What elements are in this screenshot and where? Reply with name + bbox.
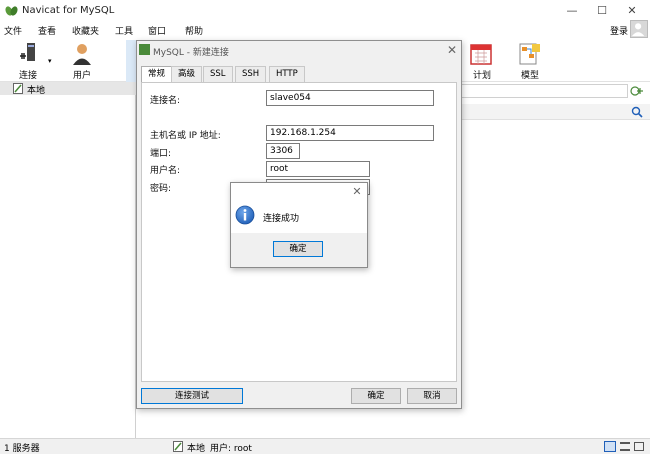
search-icon[interactable] bbox=[631, 106, 643, 118]
mysql-connection-icon bbox=[139, 44, 150, 55]
menu-window[interactable]: 窗口 bbox=[148, 24, 166, 37]
close-window-button[interactable]: ✕ bbox=[620, 2, 644, 20]
user-icon bbox=[73, 44, 91, 65]
menu-help[interactable]: 帮助 bbox=[185, 24, 203, 37]
app-title: Navicat for MySQL bbox=[22, 5, 115, 16]
menu-view[interactable]: 查看 bbox=[38, 24, 56, 37]
add-connection-icon[interactable] bbox=[630, 85, 644, 97]
minimize-button[interactable]: — bbox=[560, 2, 584, 20]
navicat-logo-icon bbox=[5, 6, 18, 16]
conn-name-input[interactable]: slave054 bbox=[266, 90, 434, 106]
calendar-icon bbox=[470, 44, 492, 65]
connection-success-dialog: ✕ 连接成功 确定 bbox=[230, 182, 368, 268]
tree-item-label: 本地 bbox=[27, 86, 46, 96]
info-icon bbox=[235, 205, 255, 225]
model-label: 模型 bbox=[520, 71, 539, 81]
grid-view-icon[interactable] bbox=[604, 441, 616, 452]
server-icon bbox=[173, 441, 183, 452]
tab-advanced[interactable]: 高级 bbox=[171, 66, 203, 82]
cancel-button[interactable]: 取消 bbox=[407, 388, 457, 404]
maximize-button[interactable]: ☐ bbox=[590, 2, 614, 20]
tab-ssl[interactable]: SSL bbox=[203, 66, 233, 82]
model-button[interactable]: 模型 bbox=[510, 41, 550, 81]
status-location: 本地 bbox=[187, 444, 206, 454]
plug-computer-icon bbox=[20, 43, 35, 61]
tab-http[interactable]: HTTP bbox=[269, 66, 305, 82]
host-label: 主机名或 IP 地址: bbox=[150, 131, 221, 141]
status-user: 用户: root bbox=[210, 444, 252, 454]
dialog-title: MySQL - 新建连接 bbox=[153, 48, 229, 58]
schedule-button[interactable]: 计划 bbox=[462, 41, 502, 81]
avatar[interactable] bbox=[630, 20, 648, 38]
port-label: 端口: bbox=[150, 149, 172, 159]
username-input[interactable]: root bbox=[266, 161, 370, 177]
model-icon bbox=[519, 43, 540, 65]
tab-ssh[interactable]: SSH bbox=[235, 66, 267, 82]
msg-close-button[interactable]: ✕ bbox=[349, 184, 365, 200]
conn-name-label: 连接名: bbox=[150, 96, 181, 106]
user-button[interactable]: 用户 bbox=[62, 41, 102, 81]
msg-ok-button[interactable]: 确定 bbox=[273, 241, 323, 257]
schedule-label: 计划 bbox=[472, 71, 491, 81]
tree-item-local[interactable]: 本地 bbox=[0, 82, 136, 96]
chevron-down-icon[interactable]: ▾ bbox=[48, 57, 52, 65]
server-count: 1 服务器 bbox=[4, 444, 40, 454]
menu-favorites[interactable]: 收藏夹 bbox=[72, 24, 99, 37]
dialog-close-button[interactable]: ✕ bbox=[444, 42, 460, 58]
tab-general[interactable]: 常规 bbox=[141, 66, 173, 83]
connection-tree-pane bbox=[0, 82, 136, 438]
list-view-icon[interactable] bbox=[620, 442, 630, 451]
user-label: 用户 bbox=[72, 71, 91, 81]
login-link[interactable]: 登录 bbox=[610, 24, 628, 37]
server-icon bbox=[13, 83, 23, 94]
person-icon bbox=[631, 23, 645, 37]
ok-button[interactable]: 确定 bbox=[351, 388, 401, 404]
host-input[interactable]: 192.168.1.254 bbox=[266, 125, 434, 141]
detail-view-icon[interactable] bbox=[634, 442, 644, 451]
status-bar: 1 服务器 本地 用户: root bbox=[0, 438, 650, 454]
test-connection-button[interactable]: 连接测试 bbox=[141, 388, 243, 404]
menu-tools[interactable]: 工具 bbox=[115, 24, 133, 37]
selected-toolbar-item[interactable] bbox=[126, 40, 136, 82]
success-message: 连接成功 bbox=[263, 214, 300, 224]
msg-button-bar: 确定 bbox=[231, 233, 367, 267]
connect-button[interactable]: ▾ 连接 bbox=[10, 41, 58, 81]
password-label: 密码: bbox=[150, 184, 172, 194]
menu-file[interactable]: 文件 bbox=[4, 24, 22, 37]
username-label: 用户名: bbox=[150, 166, 181, 176]
connect-label: 连接 bbox=[18, 71, 37, 81]
port-input[interactable]: 3306 bbox=[266, 143, 300, 159]
